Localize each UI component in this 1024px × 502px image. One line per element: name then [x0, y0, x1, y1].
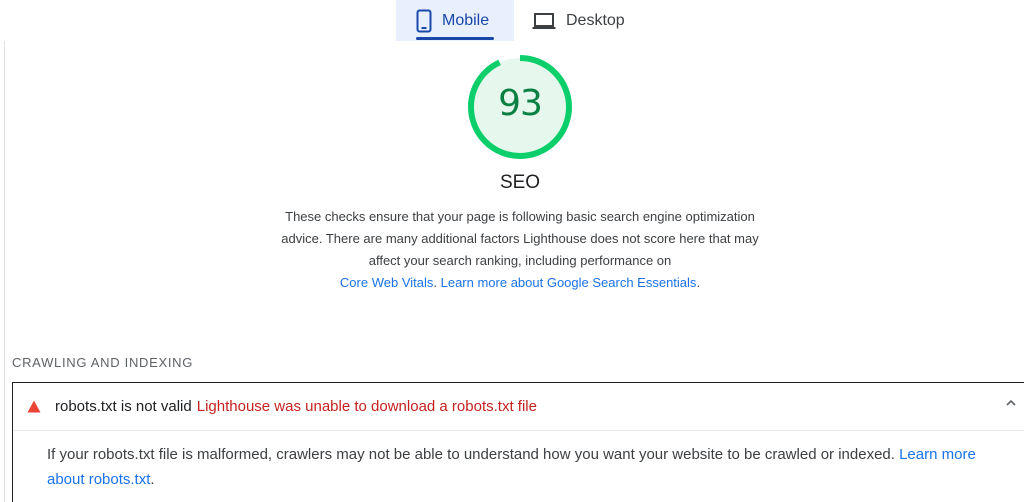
chevron-up-icon[interactable]	[1005, 397, 1017, 409]
device-tabs: Mobile Desktop	[396, 0, 643, 41]
smartphone-icon	[416, 9, 432, 33]
core-web-vitals-link[interactable]: Core Web Vitals	[340, 275, 433, 290]
audit-display-value: Lighthouse was unable to download a robo…	[196, 398, 537, 415]
warning-triangle-icon	[27, 400, 41, 413]
tab-mobile[interactable]: Mobile	[396, 0, 514, 41]
category-title: SEO	[499, 172, 541, 193]
score-value: 93	[498, 83, 543, 124]
panel-border	[4, 41, 5, 502]
group-title: CRAWLING AND INDEXING	[12, 355, 194, 370]
audit-header[interactable]: robots.txt is not valid Lighthouse was u…	[13, 383, 1024, 431]
description-text: These checks ensure that your page is fo…	[281, 209, 759, 268]
category-description: These checks ensure that your page is fo…	[281, 209, 759, 290]
tab-desktop-label: Desktop	[566, 11, 625, 29]
audit-title: robots.txt is not valid	[55, 398, 192, 415]
audit-description: If your robots.txt file is malformed, cr…	[47, 446, 976, 488]
audit-description-text: If your robots.txt file is malformed, cr…	[47, 446, 895, 463]
search-essentials-link[interactable]: Learn more about Google Search Essential…	[441, 275, 697, 290]
laptop-icon	[532, 12, 556, 30]
tab-mobile-label: Mobile	[442, 11, 490, 29]
tab-desktop[interactable]: Desktop	[514, 0, 643, 41]
audit-robots-txt: robots.txt is not valid Lighthouse was u…	[12, 382, 1024, 502]
